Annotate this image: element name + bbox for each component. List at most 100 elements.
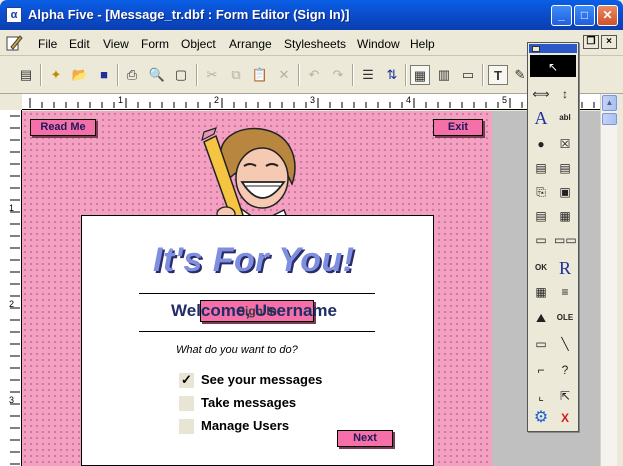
combo-tool-icon[interactable]: ▣ — [554, 181, 576, 203]
option-take-messages[interactable]: Take messages — [179, 395, 297, 412]
vertical-ruler: 1 2 3 — [0, 110, 22, 466]
resize-vertical-tool-icon[interactable]: ↕ — [554, 83, 576, 105]
page-setup-icon[interactable]: ▢ — [171, 65, 191, 85]
radio-button-tool-icon[interactable]: ● — [530, 133, 552, 155]
label-tool-icon[interactable]: A — [530, 107, 552, 129]
redo-icon[interactable]: ↷ — [328, 65, 348, 85]
ole-tool-icon[interactable]: OLE — [554, 307, 576, 329]
menu-form[interactable]: Form — [141, 37, 169, 51]
toolbar-separator — [117, 64, 119, 86]
text-tool-icon[interactable]: T — [488, 65, 508, 85]
image-tool-icon[interactable]: ⛰ — [530, 307, 552, 329]
window-title: Alpha Five - [Message_tr.dbf : Form Edit… — [28, 7, 350, 22]
open-icon[interactable]: 📂 — [70, 65, 90, 85]
maximize-button[interactable]: □ — [574, 5, 595, 26]
embedded-browse-tool-icon[interactable]: ▦ — [554, 205, 576, 227]
button-bar-tool-icon[interactable]: ▭▭ — [554, 229, 577, 251]
close-toolbox-icon[interactable]: X — [554, 407, 576, 429]
properties-icon[interactable]: ☰ — [358, 65, 378, 85]
menu-arrange[interactable]: Arrange — [229, 37, 272, 51]
undo-icon[interactable]: ↶ — [304, 65, 324, 85]
menu-edit[interactable]: Edit — [69, 37, 90, 51]
corner-tool-icon[interactable]: ⌞ — [530, 385, 552, 407]
menu-object[interactable]: Object — [181, 37, 216, 51]
save-icon[interactable]: ■ — [94, 65, 114, 85]
print-preview-icon[interactable]: 🔍 — [147, 65, 167, 85]
button-tool-icon[interactable]: ▭ — [530, 229, 552, 251]
rich-text-tool-icon[interactable]: R — [554, 257, 576, 279]
option-manage-users[interactable]: Manage Users — [179, 418, 290, 435]
design-view-icon[interactable]: ▦ — [410, 65, 430, 85]
frame-tool-icon[interactable]: ▤ — [530, 205, 552, 227]
layout-view-icon[interactable]: ▭ — [458, 65, 478, 85]
menu-view[interactable]: View — [103, 37, 129, 51]
toolbox-minimize-button[interactable] — [532, 46, 540, 52]
form-toolbox-palette[interactable]: ↖ ⟺ ↕ Aabl ● ☒ ▤ ▤ ⎘ ▣ ▤ ▦ ▭ ▭▭ OK R ▦ ≡ ⛰ OLE ▭ ╲ ⌐? ⌞ ⇱ ⚙ X — [527, 42, 579, 432]
grid-view-icon[interactable]: ▥ — [434, 65, 454, 85]
ruler-label-2: 2 — [214, 95, 220, 105]
checkbox-empty[interactable] — [179, 419, 194, 435]
vertical-ruler-ticks — [10, 115, 20, 465]
tab-order-icon[interactable]: ⇅ — [382, 65, 402, 85]
field-tool-icon[interactable]: abl — [554, 107, 576, 129]
list-box-tool-icon[interactable]: ▤ — [530, 157, 552, 179]
delete-icon[interactable]: ✕ — [274, 65, 294, 85]
menu-window[interactable]: Window — [357, 37, 400, 51]
memo-tool-icon[interactable]: ▤ — [554, 157, 576, 179]
new-icon[interactable]: ✦ — [46, 65, 66, 85]
help-tool-icon[interactable]: ? — [554, 359, 576, 381]
exit-button[interactable]: Exit — [433, 119, 483, 136]
horizontal-ruler: 1 2 3 4 5 — [22, 94, 600, 110]
ruler-label-v3: 3 — [9, 395, 15, 405]
print-icon[interactable]: ⎙ — [122, 65, 142, 85]
menu-help[interactable]: Help — [410, 37, 435, 51]
scroll-up-arrow[interactable]: ▲ — [602, 95, 617, 111]
check-icon[interactable]: ✓ — [179, 373, 194, 389]
form-editor-doc-icon[interactable] — [5, 34, 23, 52]
option-label: Take messages — [201, 395, 297, 410]
divider-line-bottom[interactable] — [139, 331, 375, 332]
browse-column-tool-icon[interactable]: ≡ — [554, 281, 576, 303]
browse-tool-icon[interactable]: ▦ — [530, 281, 552, 303]
close-button[interactable]: ✕ — [597, 5, 618, 26]
form-properties-icon[interactable]: ▤ — [16, 65, 36, 85]
pointer-tool-icon[interactable]: ↖ — [530, 55, 576, 77]
title-bar[interactable]: α Alpha Five - [Message_tr.dbf : Form Ed… — [0, 0, 623, 30]
option-see-messages[interactable]: ✓ See your messages — [179, 372, 322, 389]
toolbar-separator — [352, 64, 354, 86]
gear-icon[interactable]: ⚙ — [530, 407, 552, 429]
option-label: Manage Users — [201, 418, 290, 433]
ruler-label-3: 3 — [310, 95, 316, 105]
ruler-label-v2: 2 — [9, 299, 15, 309]
question-text[interactable]: What do you want to do? — [176, 344, 298, 356]
menu-file[interactable]: File — [38, 37, 57, 51]
next-button[interactable]: Next — [337, 430, 393, 447]
minimize-button[interactable]: _ — [551, 5, 572, 26]
scroll-thumb[interactable] — [602, 113, 617, 125]
read-me-button[interactable]: Read Me — [30, 119, 96, 136]
headline-text[interactable]: It's For You! — [153, 241, 355, 280]
alpha-five-icon[interactable]: α — [6, 7, 22, 23]
ruler-label-5: 5 — [502, 95, 508, 105]
mdi-close-button[interactable]: × — [601, 35, 617, 49]
toolbox-title-bar[interactable] — [529, 44, 577, 53]
form-canvas[interactable]: Read Me Exit It's For You! Sign In Welco… — [22, 111, 600, 466]
welcome-username-text[interactable]: Welcome, Username — [171, 301, 337, 321]
cut-icon[interactable]: ✂ — [202, 65, 222, 85]
menu-stylesheets[interactable]: Stylesheets — [284, 37, 346, 51]
divider-line-top[interactable] — [139, 293, 375, 294]
mdi-restore-button[interactable]: ❐ — [583, 35, 599, 49]
bracket-tool-icon[interactable]: ⌐ — [530, 359, 552, 381]
tab-tool-icon[interactable]: ⎘ — [530, 181, 552, 203]
rectangle-tool-icon[interactable]: ▭ — [530, 333, 552, 355]
resize-horizontal-tool-icon[interactable]: ⟺ — [530, 83, 552, 105]
paste-icon[interactable]: 📋 — [250, 65, 270, 85]
line-tool-icon[interactable]: ╲ — [554, 333, 576, 355]
copy-icon[interactable]: ⧉ — [226, 65, 246, 85]
ok-button-tool-icon[interactable]: OK — [530, 257, 552, 279]
hotspot-tool-icon[interactable]: ⇱ — [554, 385, 576, 407]
vertical-scrollbar[interactable]: ▲ — [600, 94, 617, 466]
checkbox-empty[interactable] — [179, 396, 194, 412]
checkbox-tool-icon[interactable]: ☒ — [554, 133, 576, 155]
ruler-label-4: 4 — [406, 95, 412, 105]
